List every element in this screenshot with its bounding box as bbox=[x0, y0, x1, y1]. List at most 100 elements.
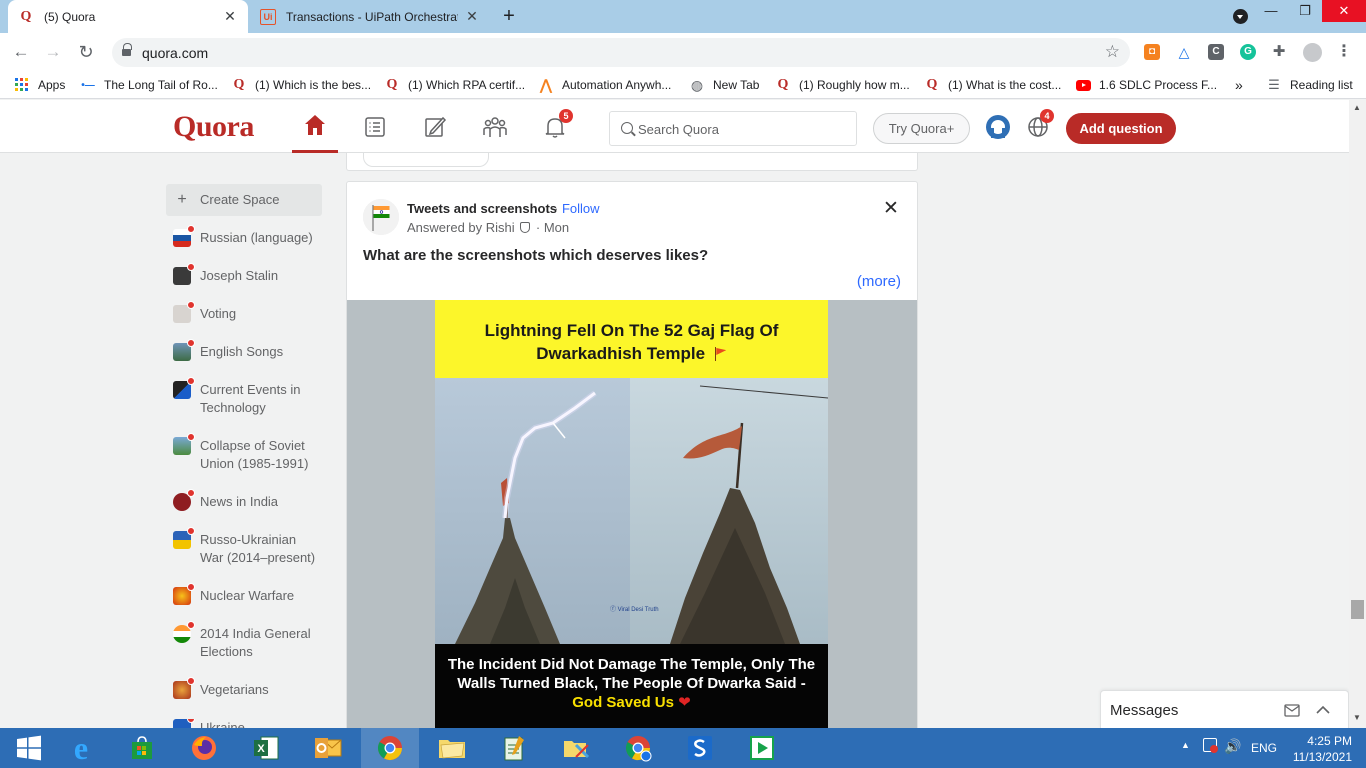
uipath-assistant-app[interactable] bbox=[733, 728, 791, 768]
avatar-icon bbox=[986, 114, 1010, 139]
lock-icon[interactable] bbox=[122, 43, 132, 57]
nav-following[interactable] bbox=[352, 100, 398, 153]
new-tab-button[interactable]: + bbox=[498, 6, 520, 28]
sidebar-item-nuclear-warfare[interactable]: Nuclear Warfare bbox=[166, 583, 322, 605]
follow-link[interactable]: Follow bbox=[562, 201, 600, 216]
space-name[interactable]: Tweets and screenshots bbox=[407, 201, 557, 216]
search-input[interactable] bbox=[638, 119, 848, 139]
try-quora-plus-button[interactable]: Try Quora+ bbox=[873, 113, 970, 144]
compose-message-icon[interactable] bbox=[1284, 702, 1300, 718]
tab-search-icon[interactable] bbox=[1233, 9, 1248, 24]
nav-spaces[interactable] bbox=[472, 100, 518, 153]
scroll-thumb[interactable] bbox=[1351, 600, 1364, 619]
more-link[interactable]: (more) bbox=[857, 273, 901, 290]
reload-button[interactable]: ↻ bbox=[75, 41, 97, 63]
plus-icon: + bbox=[177, 191, 187, 208]
space-thumbnail bbox=[173, 719, 195, 728]
store-app[interactable] bbox=[113, 728, 171, 768]
sidebar-item-russian-language[interactable]: Russian (language) bbox=[166, 225, 322, 247]
sidebar-item-ukraine[interactable]: Ukraine bbox=[166, 719, 322, 728]
back-button[interactable]: ← bbox=[10, 41, 32, 63]
sidebar-item-india-elections-2014[interactable]: 2014 India General Elections bbox=[166, 621, 322, 661]
window-close-button[interactable]: ✕ bbox=[1322, 0, 1366, 22]
url-text[interactable]: quora.com bbox=[142, 45, 208, 61]
messages-panel[interactable]: Messages bbox=[1100, 690, 1349, 728]
bookmark-quora-2[interactable]: Q (1) Which RPA certif... bbox=[384, 76, 526, 94]
dismiss-close-icon[interactable]: ✕ bbox=[883, 197, 899, 220]
scroll-up-arrow-icon[interactable]: ▲ bbox=[1353, 103, 1361, 112]
bookmark-star-icon[interactable]: ☆ bbox=[1105, 42, 1120, 62]
quora-logo[interactable]: Quora bbox=[173, 110, 254, 144]
chrome-profile-app[interactable] bbox=[609, 728, 667, 768]
create-space-button[interactable]: + Create Space bbox=[166, 184, 322, 216]
answer-image-container[interactable]: Lightning Fell On The 52 Gaj Flag Of Dwa… bbox=[347, 300, 917, 740]
extension-orange-icon[interactable]: ◘ bbox=[1144, 44, 1160, 60]
quora-favicon-icon: Q bbox=[233, 77, 245, 92]
volume-icon[interactable]: 🔊 bbox=[1224, 738, 1241, 755]
sidebar-item-voting[interactable]: Voting bbox=[166, 301, 322, 323]
bookmark-automation-anywhere[interactable]: ⋀ Automation Anywh... bbox=[538, 76, 672, 94]
language-selector[interactable]: 4 bbox=[1015, 100, 1061, 153]
profile-avatar-icon[interactable] bbox=[1303, 43, 1322, 62]
sidebar-item-russo-ukrainian-war[interactable]: Russo-Ukrainian War (2014–present) bbox=[166, 527, 322, 567]
file-explorer-app[interactable] bbox=[423, 728, 481, 768]
outlook-app[interactable] bbox=[299, 728, 357, 768]
grammarly-icon[interactable]: G bbox=[1240, 44, 1256, 60]
nav-answer[interactable] bbox=[412, 100, 458, 153]
chevron-up-icon[interactable] bbox=[1315, 702, 1331, 718]
close-icon[interactable]: ✕ bbox=[222, 8, 238, 25]
sidebar-item-english-songs[interactable]: English Songs bbox=[166, 339, 322, 361]
restore-button[interactable]: ❐ bbox=[1288, 0, 1322, 22]
question-title[interactable]: What are the screenshots which deserves … bbox=[363, 247, 708, 264]
notepad-app[interactable] bbox=[485, 728, 543, 768]
forward-button[interactable]: → bbox=[42, 41, 64, 63]
sidebar-item-vegetarians[interactable]: Vegetarians bbox=[166, 677, 322, 699]
answer-image[interactable]: Lightning Fell On The 52 Gaj Flag Of Dwa… bbox=[435, 300, 828, 740]
extension-c-icon[interactable]: C bbox=[1208, 44, 1224, 60]
bookmark-quora-1[interactable]: Q (1) Which is the bes... bbox=[231, 76, 372, 94]
tray-overflow-chevron-icon[interactable]: ▲ bbox=[1181, 740, 1190, 750]
sidebar-item-collapse-soviet-union[interactable]: Collapse of Soviet Union (1985-1991) bbox=[166, 433, 322, 473]
previous-card-button[interactable] bbox=[363, 153, 489, 167]
bookmark-label: 1.6 SDLC Process F... bbox=[1099, 78, 1218, 92]
space-avatar[interactable] bbox=[363, 199, 399, 235]
clock[interactable]: 4:25 PM 11/13/2021 bbox=[1282, 733, 1352, 765]
image-caption: The Incident Did Not Damage The Temple, … bbox=[435, 644, 828, 740]
sidebar-item-current-events-tech[interactable]: Current Events in Technology bbox=[166, 377, 322, 417]
nav-home[interactable] bbox=[292, 100, 338, 153]
chrome-app[interactable] bbox=[361, 728, 419, 768]
add-question-button[interactable]: Add question bbox=[1066, 113, 1176, 144]
windows-logo-icon bbox=[17, 735, 41, 761]
browser-menu-icon[interactable]: ⋮ bbox=[1336, 44, 1352, 60]
bookmark-quora-4[interactable]: Q (1) What is the cost... bbox=[924, 76, 1062, 94]
answered-by[interactable]: Answered by Rishi bbox=[407, 220, 515, 235]
extensions-puzzle-icon[interactable]: ✚ bbox=[1271, 44, 1287, 60]
search-box[interactable] bbox=[609, 111, 857, 146]
extension-triangle-icon[interactable]: △ bbox=[1176, 44, 1192, 60]
sidebar-item-joseph-stalin[interactable]: Joseph Stalin bbox=[166, 263, 322, 285]
close-icon[interactable]: ✕ bbox=[464, 8, 480, 25]
scroll-down-arrow-icon[interactable]: ▼ bbox=[1353, 713, 1361, 722]
bookmark-quora-3[interactable]: Q (1) Roughly how m... bbox=[775, 76, 910, 94]
verified-shield-icon bbox=[520, 222, 531, 233]
firefox-app[interactable] bbox=[175, 728, 233, 768]
bookmark-long-tail[interactable]: •— The Long Tail of Ro... bbox=[80, 76, 218, 94]
more-bookmarks-button[interactable]: » bbox=[1235, 76, 1243, 94]
internet-explorer-app[interactable]: e bbox=[52, 728, 110, 768]
address-bar[interactable]: quora.com ☆ bbox=[112, 38, 1130, 67]
input-language[interactable]: ENG bbox=[1251, 741, 1277, 755]
folder-tool-app[interactable] bbox=[547, 728, 605, 768]
minimize-button[interactable]: — bbox=[1254, 0, 1288, 22]
excel-app[interactable]: X bbox=[237, 728, 295, 768]
bookmark-apps[interactable]: Apps bbox=[14, 76, 65, 94]
page-scrollbar[interactable]: ▲ ▼ bbox=[1349, 100, 1366, 728]
tab-uipath[interactable]: Ui Transactions - UiPath Orchestrato ✕ bbox=[250, 0, 490, 33]
nav-notifications[interactable]: 5 bbox=[532, 100, 578, 153]
bookmark-youtube[interactable]: 1.6 SDLC Process F... bbox=[1075, 76, 1217, 94]
start-button[interactable] bbox=[0, 728, 58, 768]
uipath-studio-app[interactable] bbox=[671, 728, 729, 768]
bookmark-new-tab[interactable]: ◍ New Tab bbox=[689, 76, 760, 94]
sidebar-item-news-in-india[interactable]: News in India bbox=[166, 489, 322, 511]
tab-quora[interactable]: Q (5) Quora ✕ bbox=[8, 0, 248, 33]
reading-list-button[interactable]: ☰ Reading list bbox=[1266, 76, 1353, 94]
